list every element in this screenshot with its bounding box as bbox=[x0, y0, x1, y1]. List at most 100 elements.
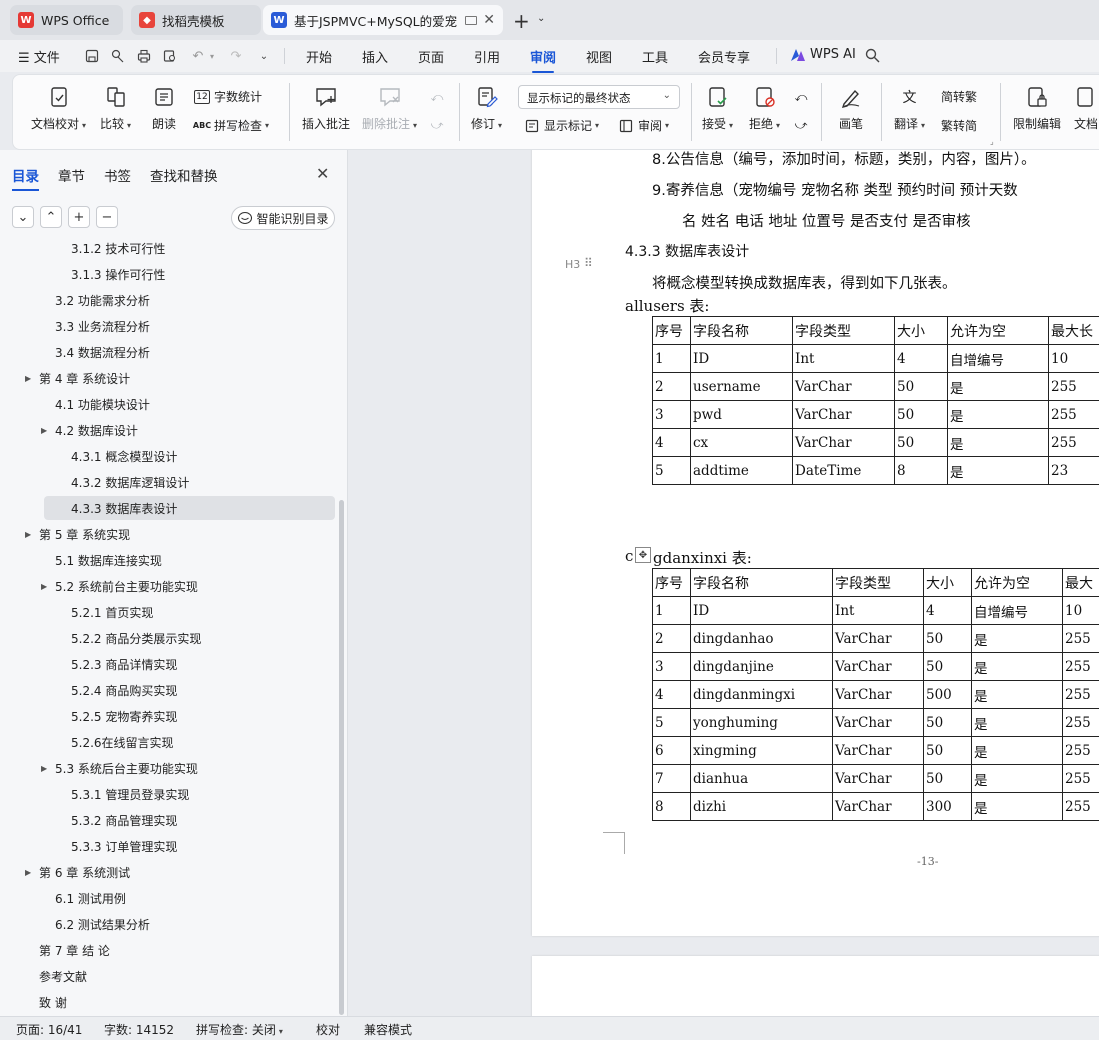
table-cell[interactable]: 500 bbox=[923, 680, 972, 709]
close-icon[interactable]: ✕ bbox=[316, 164, 329, 183]
table-cell[interactable]: ID bbox=[690, 344, 793, 373]
smart-toc-button[interactable]: 智能识别目录 bbox=[231, 206, 335, 230]
table-cell[interactable]: VarChar bbox=[792, 400, 895, 429]
table-cell[interactable]: VarChar bbox=[792, 372, 895, 401]
toc-item[interactable]: 6.2 测试结果分析 bbox=[55, 912, 150, 936]
table-cell[interactable]: VarChar bbox=[832, 764, 924, 793]
table-cell[interactable]: 255 bbox=[1048, 428, 1099, 457]
toc-item[interactable]: 参考文献 bbox=[39, 964, 87, 988]
nav-tab-find-replace[interactable]: 查找和替换 bbox=[150, 165, 218, 185]
expand-arrow-icon[interactable]: ▶ bbox=[25, 868, 31, 877]
table-cell[interactable]: Int bbox=[832, 596, 924, 625]
undo-dropdown-icon[interactable]: ▾ bbox=[204, 48, 220, 64]
toc-item[interactable]: 5.3.1 管理员登录实现 bbox=[71, 782, 189, 806]
chevron-down-icon[interactable]: ⌄ bbox=[537, 13, 545, 24]
toc-item[interactable]: 4.3.2 数据库逻辑设计 bbox=[71, 470, 189, 494]
table-header-cell[interactable]: 允许为空 bbox=[947, 316, 1049, 345]
toc-item[interactable]: 5.3.3 订单管理实现 bbox=[71, 834, 177, 858]
table-cell[interactable]: 255 bbox=[1062, 652, 1099, 681]
table-cell[interactable]: 255 bbox=[1062, 624, 1099, 653]
table-cell[interactable]: 是 bbox=[971, 792, 1063, 821]
file-menu[interactable]: ☰ 文件 bbox=[18, 47, 60, 66]
table-cell[interactable]: 是 bbox=[947, 428, 1049, 457]
table-cell[interactable]: 255 bbox=[1048, 372, 1099, 401]
table-cell[interactable]: 8 bbox=[894, 456, 948, 485]
read-aloud-button[interactable]: 朗读 bbox=[152, 85, 176, 132]
table-cell[interactable]: 自增编号 bbox=[947, 344, 1049, 373]
table-cell[interactable]: ID bbox=[690, 596, 833, 625]
table-header-cell[interactable]: 字段类型 bbox=[832, 568, 924, 597]
review-pane-button[interactable]: 审阅 ▾ bbox=[618, 117, 669, 134]
table-header-cell[interactable]: 字段类型 bbox=[792, 316, 895, 345]
tab-current-document[interactable]: W 基于JSPMVC+MySQL的爱宠 ✕ bbox=[263, 5, 503, 35]
table-cell[interactable]: 8 bbox=[652, 792, 691, 821]
table-cell[interactable]: 4 bbox=[652, 680, 691, 709]
export-pdf-icon[interactable] bbox=[110, 48, 126, 64]
menu-review[interactable]: 审阅 bbox=[530, 47, 556, 73]
close-tab-icon[interactable]: ✕ bbox=[483, 12, 495, 28]
menu-home[interactable]: 开始 bbox=[306, 47, 332, 66]
table-cell[interactable]: username bbox=[690, 372, 793, 401]
toc-item[interactable]: 第 7 章 结 论 bbox=[39, 938, 110, 962]
tab-wps-office[interactable]: W WPS Office bbox=[10, 5, 123, 35]
revise-button[interactable]: 修订 ▾ bbox=[471, 85, 502, 132]
word-count-button[interactable]: 12 字数统计 bbox=[194, 88, 262, 105]
toc-item[interactable]: 5.3 系统后台主要功能实现 bbox=[55, 756, 198, 780]
allusers-table[interactable]: 序号 字段名称 字段类型 大小 允许为空 最大长 1 ID Int 4 自增编号 10 2 usernam… bbox=[652, 316, 1099, 485]
toc-item[interactable]: 致 谢 bbox=[39, 990, 67, 1014]
spell-check-button[interactable]: ABC 拼写检查 ▾ bbox=[193, 117, 269, 134]
restrict-edit-button[interactable]: 限制编辑 bbox=[1013, 85, 1061, 132]
redo-icon[interactable]: ↷ bbox=[228, 48, 244, 64]
table-header-cell[interactable]: 大小 bbox=[923, 568, 972, 597]
table-cell[interactable]: 1 bbox=[652, 344, 691, 373]
table-cell[interactable]: 是 bbox=[947, 456, 1049, 485]
toc-item[interactable]: 第 4 章 系统设计 bbox=[39, 366, 130, 390]
table-header-cell[interactable]: 允许为空 bbox=[971, 568, 1063, 597]
table-cell[interactable]: pwd bbox=[690, 400, 793, 429]
spell-check-status[interactable]: 拼写检查: 关闭 ▾ bbox=[196, 1021, 283, 1038]
table-cell[interactable]: Int bbox=[792, 344, 895, 373]
toc-item[interactable]: 5.2.3 商品详情实现 bbox=[71, 652, 177, 676]
toc-item[interactable]: 3.1.2 技术可行性 bbox=[71, 240, 165, 260]
add-heading-button[interactable]: + bbox=[68, 206, 90, 228]
table-cell[interactable]: 是 bbox=[971, 680, 1063, 709]
markup-state-select[interactable]: 显示标记的最终状态 ⌄ bbox=[518, 85, 680, 109]
table-cell[interactable]: 50 bbox=[894, 428, 948, 457]
table-cell[interactable]: VarChar bbox=[832, 680, 924, 709]
page-indicator[interactable]: 页面: 16/41 bbox=[16, 1021, 82, 1038]
table-header-cell[interactable]: 字段名称 bbox=[690, 568, 833, 597]
table-cell[interactable]: 是 bbox=[947, 372, 1049, 401]
table-cell[interactable]: dingdanhao bbox=[690, 624, 833, 653]
nav-tab-sections[interactable]: 章节 bbox=[58, 165, 85, 185]
collapse-all-button[interactable]: ⌄ bbox=[12, 206, 34, 228]
table-move-handle-icon[interactable]: ✥ bbox=[635, 547, 651, 563]
table-cell[interactable]: 是 bbox=[947, 400, 1049, 429]
table-cell[interactable]: VarChar bbox=[832, 792, 924, 821]
table-cell[interactable]: VarChar bbox=[832, 652, 924, 681]
toc-item[interactable]: 第 5 章 系统实现 bbox=[39, 522, 130, 546]
table-cell[interactable]: 50 bbox=[923, 708, 972, 737]
table-cell[interactable]: dianhua bbox=[690, 764, 833, 793]
table-cell[interactable]: 4 bbox=[652, 428, 691, 457]
menu-page[interactable]: 页面 bbox=[418, 47, 444, 66]
menu-view[interactable]: 视图 bbox=[586, 47, 612, 66]
table-cell[interactable]: DateTime bbox=[792, 456, 895, 485]
toc-item[interactable]: 5.2.1 首页实现 bbox=[71, 600, 153, 624]
table-cell[interactable]: 23 bbox=[1048, 456, 1099, 485]
toc-item[interactable]: 5.2.6在线留言实现 bbox=[71, 730, 174, 754]
table-cell[interactable]: 5 bbox=[652, 708, 691, 737]
table-cell[interactable]: 1 bbox=[652, 596, 691, 625]
table-cell[interactable]: VarChar bbox=[832, 708, 924, 737]
table-cell[interactable]: 自增编号 bbox=[971, 596, 1063, 625]
table-cell[interactable]: dingdanjine bbox=[690, 652, 833, 681]
table-cell[interactable]: 255 bbox=[1062, 708, 1099, 737]
table-header-cell[interactable]: 大小 bbox=[894, 316, 948, 345]
toc-item[interactable]: 第 6 章 系统测试 bbox=[39, 860, 130, 884]
table-header-cell[interactable]: 序号 bbox=[652, 568, 691, 597]
toc-item[interactable]: 3.3 业务流程分析 bbox=[55, 314, 150, 338]
menu-insert[interactable]: 插入 bbox=[362, 47, 388, 66]
compare-button[interactable]: 比较 ▾ bbox=[100, 85, 131, 132]
table-cell[interactable]: xingming bbox=[690, 736, 833, 765]
toc-item[interactable]: 5.2.2 商品分类展示实现 bbox=[71, 626, 201, 650]
table-cell[interactable]: 50 bbox=[894, 400, 948, 429]
